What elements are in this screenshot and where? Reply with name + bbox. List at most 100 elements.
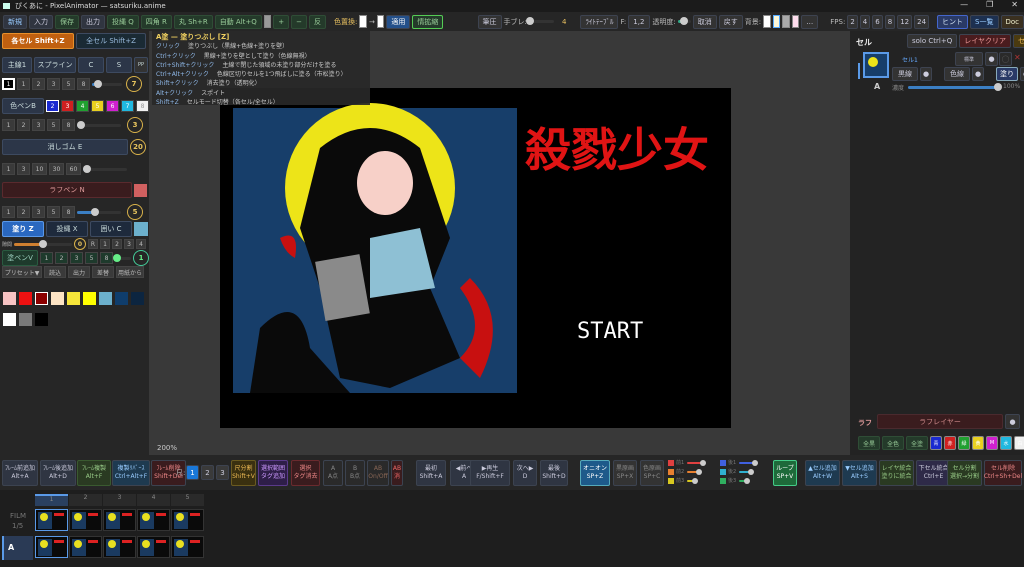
pressure-button[interactable]: 筆圧 <box>477 14 502 29</box>
save-button[interactable]: 保存 <box>55 14 79 29</box>
onion-color-icon[interactable] <box>720 460 726 466</box>
bg-cream-swatch[interactable] <box>772 15 781 28</box>
color-size-1[interactable]: 1 <box>2 119 15 131</box>
density-slider[interactable] <box>908 83 1002 91</box>
rough-size-5[interactable]: 5 <box>47 206 60 218</box>
color-pen-7[interactable]: 7 <box>121 100 134 112</box>
frame-header-2[interactable]: 2 <box>69 494 102 506</box>
replace-from-swatch[interactable] <box>359 15 367 28</box>
cell-thumbnail[interactable] <box>863 52 889 78</box>
palette-swatch[interactable] <box>99 292 112 305</box>
bg-pink-swatch[interactable] <box>791 15 800 28</box>
tag-add-button[interactable]: 選択範囲 タグ追加 <box>258 460 288 486</box>
doc-button[interactable]: Doc <box>1000 14 1024 29</box>
color-pen-8[interactable]: 8 <box>136 100 149 112</box>
rough-color-swatch[interactable] <box>134 183 147 197</box>
frame-header-3[interactable]: 3 <box>103 494 136 506</box>
shaku-2[interactable]: 2 <box>201 465 214 480</box>
rect-select-button[interactable]: 四角 R <box>140 14 172 29</box>
hint-button[interactable]: ヒント <box>937 14 969 29</box>
select-color-1[interactable]: 赤 <box>944 436 957 450</box>
eraser-size-60[interactable]: 60 <box>66 163 81 175</box>
f-input[interactable]: 1,2 <box>628 14 651 29</box>
eraser-size-1[interactable]: 1 <box>2 163 15 175</box>
gap-2[interactable]: 2 <box>112 239 123 249</box>
frame-btn-0[interactable]: ﾌﾚｰﾑ前追加 Alt+A <box>2 460 38 486</box>
rough-size-2[interactable]: 2 <box>17 206 30 218</box>
frame-thumbnail[interactable] <box>137 536 170 558</box>
onion-color-icon[interactable] <box>668 469 674 475</box>
select-color-5[interactable]: 水 <box>1000 436 1013 450</box>
fps-4[interactable]: 4 <box>859 14 871 29</box>
replace-to-swatch[interactable] <box>376 15 385 28</box>
fill-tool-button[interactable]: 塗り Z <box>2 221 44 237</box>
gap-1[interactable]: 1 <box>100 239 111 249</box>
fill-pen-size-2[interactable]: 2 <box>55 252 68 264</box>
auto-color-swatch[interactable] <box>263 15 272 28</box>
line-size-slider[interactable] <box>92 79 122 88</box>
frame-header-5[interactable]: 5 <box>171 494 204 506</box>
onion-slider[interactable] <box>687 478 698 484</box>
fill-pen-size-3[interactable]: 3 <box>70 252 83 264</box>
eraser-size-3[interactable]: 3 <box>17 163 30 175</box>
split-cell-button[interactable]: セル分割 選択→分割 <box>947 460 982 486</box>
nav-4[interactable]: 最後 Shift+D <box>540 460 568 486</box>
gap-3[interactable]: 3 <box>124 239 135 249</box>
color-pen-4[interactable]: 4 <box>76 100 89 112</box>
color-size-3[interactable]: 3 <box>32 119 45 131</box>
rough-size-slider[interactable] <box>77 207 121 216</box>
color-pen-3[interactable]: 3 <box>61 100 74 112</box>
frame-btn-1[interactable]: ﾌﾚｰﾑ後追加 Alt+D <box>40 460 76 486</box>
frame-thumbnail[interactable] <box>171 509 204 531</box>
drawing-canvas[interactable]: 殺戮少女 START <box>220 88 731 428</box>
frame-thumbnail[interactable] <box>69 509 102 531</box>
light-table-button[interactable]: ﾗｲﾄﾃｰﾌﾞﾙ <box>580 14 619 29</box>
onion-slider[interactable] <box>739 460 758 466</box>
layer-clear-button[interactable]: レイヤクリア <box>959 34 1012 48</box>
invert-button[interactable]: 反 <box>309 14 327 29</box>
lasso-fill-button[interactable]: 投縄 X <box>46 221 88 237</box>
select-color-4[interactable]: M <box>986 436 999 450</box>
shortcut-list-button[interactable]: S一覧 <box>970 14 999 29</box>
palette-swatch[interactable] <box>51 292 64 305</box>
preset-export-button[interactable]: 出力 <box>68 266 90 278</box>
color-size-slider[interactable] <box>77 120 121 129</box>
color-only-button[interactable]: 色原画 SP+C <box>640 460 664 486</box>
black-line-button[interactable]: 黒線 <box>892 67 918 81</box>
line-size-3[interactable]: 3 <box>47 78 60 90</box>
bg-white-swatch[interactable] <box>763 15 771 28</box>
gap-slider[interactable] <box>14 239 73 248</box>
frame-thumbnail[interactable] <box>137 509 170 531</box>
select-color-0[interactable]: 青 <box>930 436 943 450</box>
fill-pen-size-5[interactable]: 5 <box>85 252 98 264</box>
line-size-2[interactable]: 2 <box>32 78 45 90</box>
undo-button[interactable]: 戻す <box>718 14 743 29</box>
cell-visible-toggle[interactable]: ● <box>985 52 998 66</box>
import-button[interactable]: 入力 <box>29 14 53 29</box>
color-line-button[interactable]: 色線 <box>944 67 970 81</box>
fill-layer-button[interactable]: 塗り <box>996 67 1018 81</box>
rough-layer-button[interactable]: ラフレイヤー <box>877 414 1003 429</box>
loop-button[interactable]: ループ SP+V <box>773 460 797 486</box>
stabilizer-slider[interactable] <box>526 17 554 25</box>
frame-btn-3[interactable]: 複製ﾘﾊﾞｰｽ Ctrl+Alt+F <box>112 460 150 486</box>
palette-swatch[interactable] <box>3 313 16 326</box>
frame-thumbnail[interactable] <box>35 536 68 558</box>
select-all-black-button[interactable]: 全黒 <box>858 436 881 450</box>
fill-pen-size-1[interactable]: 1 <box>40 252 53 264</box>
s-button[interactable]: S <box>106 57 132 73</box>
maximize-button[interactable]: ❐ <box>986 0 993 9</box>
select-all-color-button[interactable]: 全色 <box>882 436 905 450</box>
gap-r[interactable]: R <box>88 239 99 249</box>
frame-btn-2[interactable]: ﾌﾚｰﾑ複製 Alt+F <box>77 460 111 486</box>
select-all-fill-button[interactable]: 全塗 <box>906 436 929 450</box>
palette-swatch[interactable] <box>83 292 96 305</box>
fill-pen-slider[interactable] <box>112 253 131 262</box>
color-pen-6[interactable]: 6 <box>106 100 119 112</box>
c-button[interactable]: C <box>78 57 104 73</box>
minimize-button[interactable]: — <box>960 0 968 9</box>
bg-more-button[interactable]: … <box>801 14 819 29</box>
eraser-button[interactable]: 消しゴム E <box>2 139 128 155</box>
auto-select-button[interactable]: 自動 Alt+Q <box>214 14 262 29</box>
frame-thumbnail[interactable] <box>103 509 136 531</box>
